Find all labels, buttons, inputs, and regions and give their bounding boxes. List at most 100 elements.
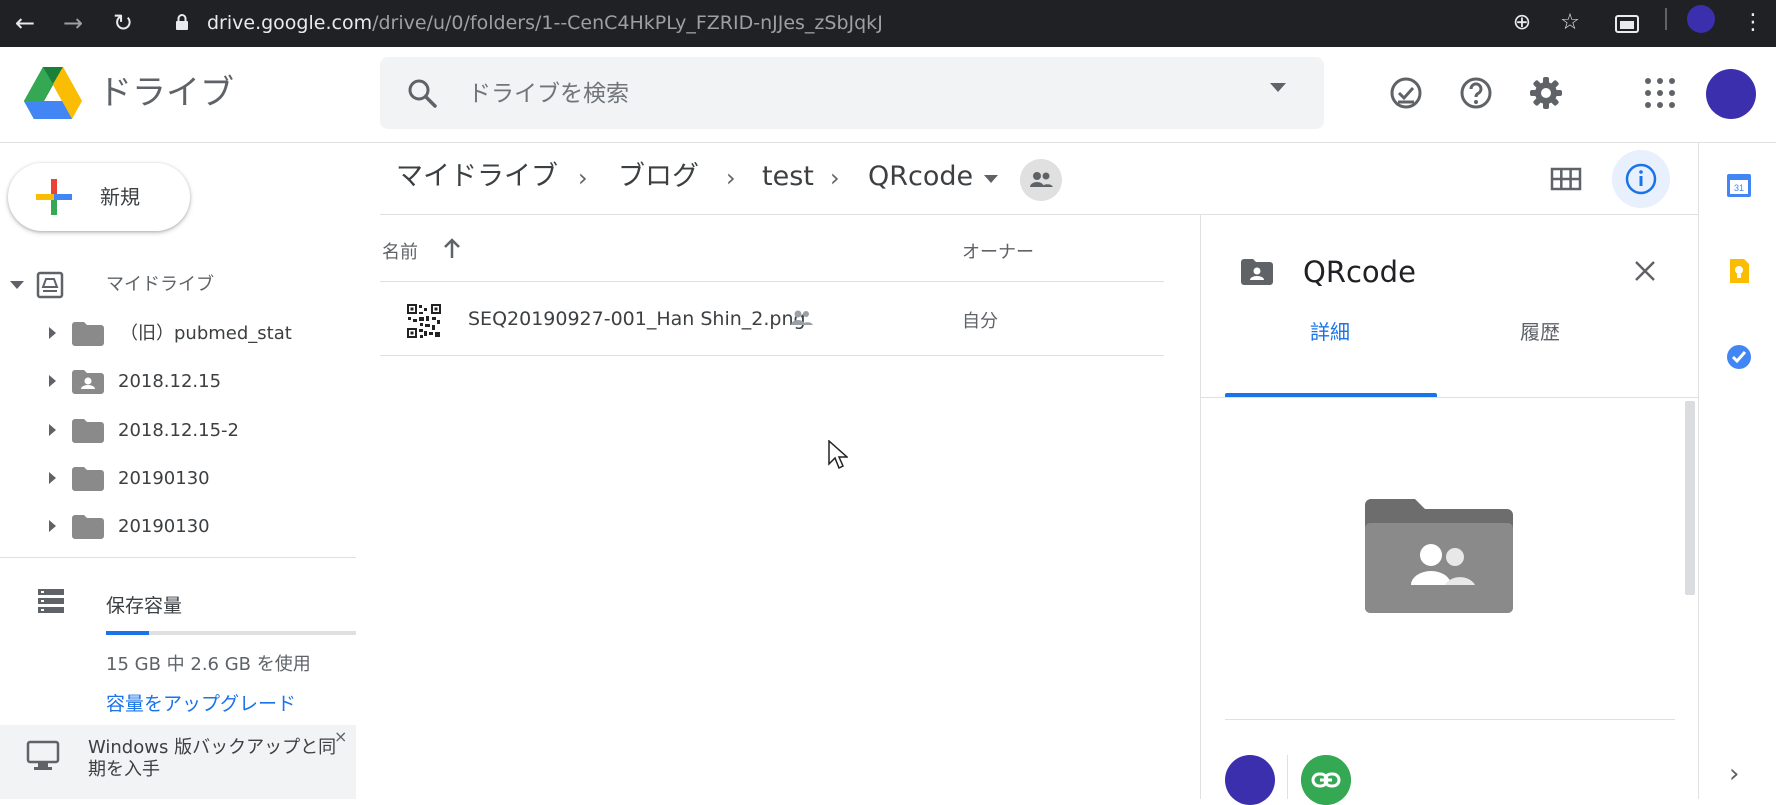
search-box[interactable] — [380, 57, 1324, 129]
menu-kebab-icon[interactable]: ⋮ — [1736, 6, 1770, 40]
apps-grid-icon[interactable] — [1636, 69, 1684, 117]
address-bar[interactable]: drive.google.com/drive/u/0/folders/1--Ce… — [207, 6, 883, 40]
url-host: drive.google.com — [207, 12, 373, 34]
tree-item[interactable]: 20190130 — [0, 503, 356, 549]
tree-item[interactable]: 2018.12.15-2 — [0, 407, 356, 453]
banner-close-icon[interactable]: × — [334, 727, 347, 746]
divider — [1287, 755, 1288, 799]
expand-caret-icon[interactable] — [49, 520, 56, 532]
tab-history[interactable]: 履歴 — [1435, 315, 1645, 367]
link-sharing-icon[interactable] — [1301, 755, 1351, 805]
new-button-label: 新規 — [100, 185, 140, 209]
breadcrumb-separator-icon: › — [726, 164, 736, 192]
upgrade-storage-link[interactable]: 容量をアップグレード — [106, 689, 296, 716]
offline-ready-icon[interactable] — [1382, 69, 1430, 117]
divider — [1201, 397, 1699, 398]
file-owner: 自分 — [962, 311, 998, 332]
folder-icon — [72, 515, 104, 539]
shared-folder-preview-icon — [1365, 499, 1513, 613]
tree-item-label: （旧）pubmed_stat — [120, 323, 292, 344]
storage-label: 保存容量 — [106, 595, 183, 617]
expand-caret-icon[interactable] — [49, 424, 56, 436]
tab-details[interactable]: 詳細 — [1225, 315, 1435, 367]
folder-icon — [72, 322, 104, 346]
settings-gear-icon[interactable] — [1522, 69, 1570, 117]
mouse-cursor-icon — [828, 440, 848, 470]
details-title: QRcode — [1303, 255, 1416, 289]
breadcrumb-current[interactable]: QRcode — [868, 159, 973, 195]
side-panel-rail: 31 › — [1698, 143, 1776, 799]
column-owner-header[interactable]: オーナー — [962, 238, 1034, 264]
back-icon[interactable]: ← — [8, 6, 42, 40]
url-path: /drive/u/0/folders/1--CenC4HkPLy_FZRID-n… — [372, 12, 883, 34]
calendar-icon[interactable]: 31 — [1725, 171, 1753, 199]
folder-menu-dropdown-icon[interactable] — [984, 175, 998, 183]
cast-icon[interactable] — [1614, 12, 1640, 34]
tree-item-label: 2018.12.15 — [118, 371, 222, 392]
plus-icon — [36, 179, 72, 215]
shared-people-icon[interactable] — [1020, 159, 1062, 201]
expand-caret-icon[interactable] — [49, 472, 56, 484]
details-panel: QRcode 詳細 履歴 — [1200, 215, 1699, 805]
file-row[interactable]: SEQ20190927-001_Han Shin_2.png 自分 — [380, 283, 1164, 356]
file-name[interactable]: SEQ20190927-001_Han Shin_2.png — [468, 305, 806, 333]
grid-view-icon[interactable] — [1548, 161, 1584, 197]
breadcrumb-item[interactable]: ブログ — [618, 159, 699, 195]
owner-avatar[interactable] — [1225, 755, 1275, 805]
tree-item[interactable]: 20190130 — [0, 455, 356, 501]
breadcrumb-separator-icon: › — [578, 164, 588, 192]
keep-icon[interactable] — [1725, 257, 1753, 285]
app-header: ドライブ — [0, 47, 1776, 143]
reload-icon[interactable]: ↻ — [106, 6, 140, 40]
search-icon[interactable] — [406, 77, 438, 109]
tasks-icon[interactable] — [1725, 343, 1753, 371]
storage-icon — [38, 589, 64, 613]
search-options-dropdown-icon[interactable] — [1270, 83, 1286, 92]
drive-logo-icon — [24, 67, 82, 119]
computer-monitor-icon — [26, 740, 60, 770]
folder-icon — [72, 419, 104, 443]
sort-ascending-arrow-icon[interactable] — [442, 236, 462, 260]
divider — [1225, 719, 1675, 720]
sidebar-item-label: マイドライブ — [106, 274, 214, 295]
new-button[interactable]: 新規 — [8, 163, 190, 231]
help-icon[interactable] — [1452, 69, 1500, 117]
breadcrumb: マイドライブ › ブログ › test › QRcode — [380, 143, 1698, 215]
collapse-caret-icon[interactable] — [10, 281, 24, 289]
tree-item-label: 2018.12.15-2 — [118, 420, 240, 441]
tree-item[interactable]: 2018.12.15 — [0, 358, 356, 404]
storage-progress-bar — [106, 631, 356, 635]
backup-banner-text: Windows 版バックアップと同期を入手 — [88, 737, 337, 780]
add-bookmark-icon[interactable]: ⊕ — [1505, 6, 1539, 40]
search-input[interactable] — [468, 71, 1248, 115]
chevron-right-icon[interactable]: › — [1729, 759, 1739, 789]
backup-banner[interactable]: Windows 版バックアップと同期を入手 × — [0, 725, 356, 799]
shared-folder-icon — [72, 370, 104, 394]
tree-item[interactable]: （旧）pubmed_stat — [0, 310, 356, 356]
sidebar-item-my-drive[interactable]: マイドライブ — [0, 262, 356, 308]
breadcrumb-item[interactable]: test — [762, 159, 814, 195]
toolbar-divider — [1665, 8, 1667, 30]
storage-progress-fill — [106, 631, 149, 635]
qr-code-thumbnail — [406, 303, 442, 339]
expand-caret-icon[interactable] — [49, 375, 56, 387]
account-avatar[interactable] — [1706, 69, 1756, 119]
breadcrumb-item[interactable]: マイドライブ — [396, 159, 558, 195]
divider — [0, 557, 356, 558]
product-name: ドライブ — [98, 73, 234, 113]
info-icon[interactable] — [1612, 150, 1670, 208]
star-icon[interactable]: ☆ — [1553, 6, 1587, 40]
shared-people-icon — [791, 310, 813, 325]
breadcrumb-separator-icon: › — [830, 164, 840, 192]
my-drive-icon — [36, 271, 64, 299]
expand-caret-icon[interactable] — [49, 327, 56, 339]
profile-avatar[interactable] — [1687, 5, 1715, 33]
close-icon[interactable] — [1629, 255, 1661, 287]
file-list-header: 名前 オーナー — [380, 216, 1164, 282]
tree-item-label: 20190130 — [118, 516, 210, 537]
forward-icon[interactable]: → — [56, 6, 90, 40]
column-name-header[interactable]: 名前 — [382, 238, 418, 264]
shared-folder-icon — [1241, 259, 1273, 285]
sidebar: 新規 マイドライブ （旧）pubmed_stat 2018.12.15 2018… — [0, 143, 356, 799]
details-scrollbar[interactable] — [1685, 401, 1695, 595]
